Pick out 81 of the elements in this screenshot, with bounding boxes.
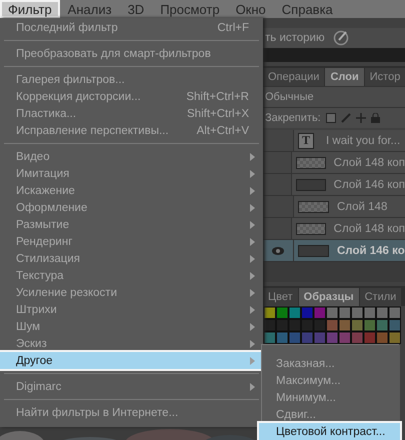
- layer-thumbnail: [296, 222, 326, 234]
- shortcut-text: Shift+Ctrl+X: [187, 108, 249, 120]
- layer-name: Слой 146 коп: [334, 178, 405, 190]
- menu-item[interactable]: Коррекция дисторсии... Shift+Ctrl+R: [0, 88, 263, 105]
- menu-item[interactable]: Исправление перспективы... Alt+Ctrl+V: [0, 122, 263, 139]
- submenu-item[interactable]: Штрихи: [0, 301, 263, 318]
- menu-item[interactable]: Заказная...: [262, 355, 400, 372]
- submenu-arrow-icon: [250, 340, 255, 348]
- layer-row[interactable]: Слой 146 коп: [263, 174, 405, 196]
- submenu-item[interactable]: Другое: [0, 352, 263, 369]
- submenu-arrow-icon: [250, 152, 255, 160]
- layer-name: Слой 148 коп: [334, 222, 405, 234]
- layer-thumbnail: [296, 156, 326, 168]
- menu-item[interactable]: Максимум...: [262, 372, 400, 389]
- panel-tab[interactable]: Цвет: [263, 288, 298, 306]
- layer-row[interactable]: Слой 146 ко: [263, 240, 405, 262]
- submenu-item[interactable]: Усиление резкости: [0, 284, 263, 301]
- menu-item[interactable]: Преобразовать для смарт-фильтров: [0, 45, 263, 62]
- submenu-arrow-icon: [250, 186, 255, 194]
- panel-tab[interactable]: Стили: [360, 288, 402, 306]
- submenu-item[interactable]: Оформление: [0, 199, 263, 216]
- layer-row[interactable]: T I wait you for...: [263, 130, 405, 152]
- submenu-item[interactable]: Имитация: [0, 165, 263, 182]
- submenu-arrow-icon: [250, 288, 255, 296]
- submenu-arrow-icon: [250, 238, 255, 246]
- submenu-arrow-icon: [250, 170, 255, 178]
- menu-bar-item[interactable]: Окно: [228, 0, 274, 18]
- submenu-arrow-icon: [250, 204, 255, 212]
- eye-icon[interactable]: [272, 246, 284, 254]
- panel-tab[interactable]: Истор: [364, 68, 405, 86]
- menu-bar-item[interactable]: Фильтр: [0, 0, 60, 18]
- layer-thumbnail: [298, 244, 329, 256]
- submenu-item[interactable]: Рендеринг: [0, 233, 263, 250]
- layer-thumbnail: [296, 178, 326, 190]
- move-icon[interactable]: [356, 113, 366, 123]
- submenu-item[interactable]: Текстура: [0, 267, 263, 284]
- menu-bar-item[interactable]: Просмотр: [152, 0, 228, 18]
- menu-item[interactable]: Сдвиг...: [262, 406, 400, 423]
- lock-transparency-icon[interactable]: [326, 113, 336, 123]
- menu-item[interactable]: Галерея фильтров...: [0, 71, 263, 88]
- menu-item[interactable]: Минимум...: [262, 389, 400, 406]
- panel-tab[interactable]: Операции: [263, 68, 324, 86]
- submenu-arrow-icon: [250, 356, 255, 364]
- submenu-item[interactable]: Эскиз: [0, 335, 263, 352]
- menu-item[interactable]: Пластика... Shift+Ctrl+X: [0, 105, 263, 122]
- shortcut-text: Alt+Ctrl+V: [196, 124, 249, 136]
- layer-name: I wait you for...: [326, 134, 400, 146]
- menu-item[interactable]: Найти фильтры в Интернете...: [0, 404, 263, 421]
- text-layer-icon: T: [298, 132, 314, 148]
- layer-row[interactable]: Слой 148 коп: [263, 218, 405, 240]
- blend-mode-dropdown[interactable]: Обычные: [265, 91, 314, 103]
- panel-tab[interactable]: Образцы: [298, 288, 359, 306]
- lock-icon[interactable]: [370, 113, 380, 123]
- lock-label: Закрепить:: [265, 112, 321, 124]
- layer-name: Слой 148: [337, 200, 388, 212]
- submenu-item[interactable]: Искажение: [0, 182, 263, 199]
- submenu-arrow-icon: [250, 306, 255, 314]
- menu-bar-item[interactable]: 3D: [120, 0, 152, 18]
- submenu-item[interactable]: Digimarc: [0, 378, 263, 395]
- menu-bar-item[interactable]: Справка: [274, 0, 341, 18]
- layer-thumbnail: [298, 200, 329, 212]
- layer-row[interactable]: Слой 148: [263, 196, 405, 218]
- menu-item[interactable]: Последний фильтр Ctrl+F: [0, 19, 263, 36]
- submenu-arrow-icon: [250, 272, 255, 280]
- submenu-item[interactable]: Видео: [0, 148, 263, 165]
- submenu-arrow-icon: [250, 322, 255, 330]
- submenu-arrow-icon: [250, 382, 255, 390]
- submenu-item[interactable]: Размытие: [0, 216, 263, 233]
- shortcut-text: Ctrl+F: [217, 22, 249, 34]
- history-label: ть историю: [265, 32, 325, 44]
- submenu-arrow-icon: [250, 254, 255, 262]
- panel-tab[interactable]: Слои: [325, 68, 364, 86]
- layer-name: Слой 148 коп: [334, 156, 405, 168]
- menu-item[interactable]: Цветовой контраст...: [259, 423, 400, 440]
- menu-bar-item[interactable]: Анализ: [60, 0, 120, 18]
- layer-name: Слой 146 ко: [337, 244, 405, 256]
- submenu-arrow-icon: [250, 220, 255, 228]
- shortcut-text: Shift+Ctrl+R: [186, 90, 249, 102]
- submenu-item[interactable]: Стилизация: [0, 250, 263, 267]
- layer-row[interactable]: Слой 148 коп: [263, 152, 405, 174]
- submenu-item[interactable]: Шум: [0, 318, 263, 335]
